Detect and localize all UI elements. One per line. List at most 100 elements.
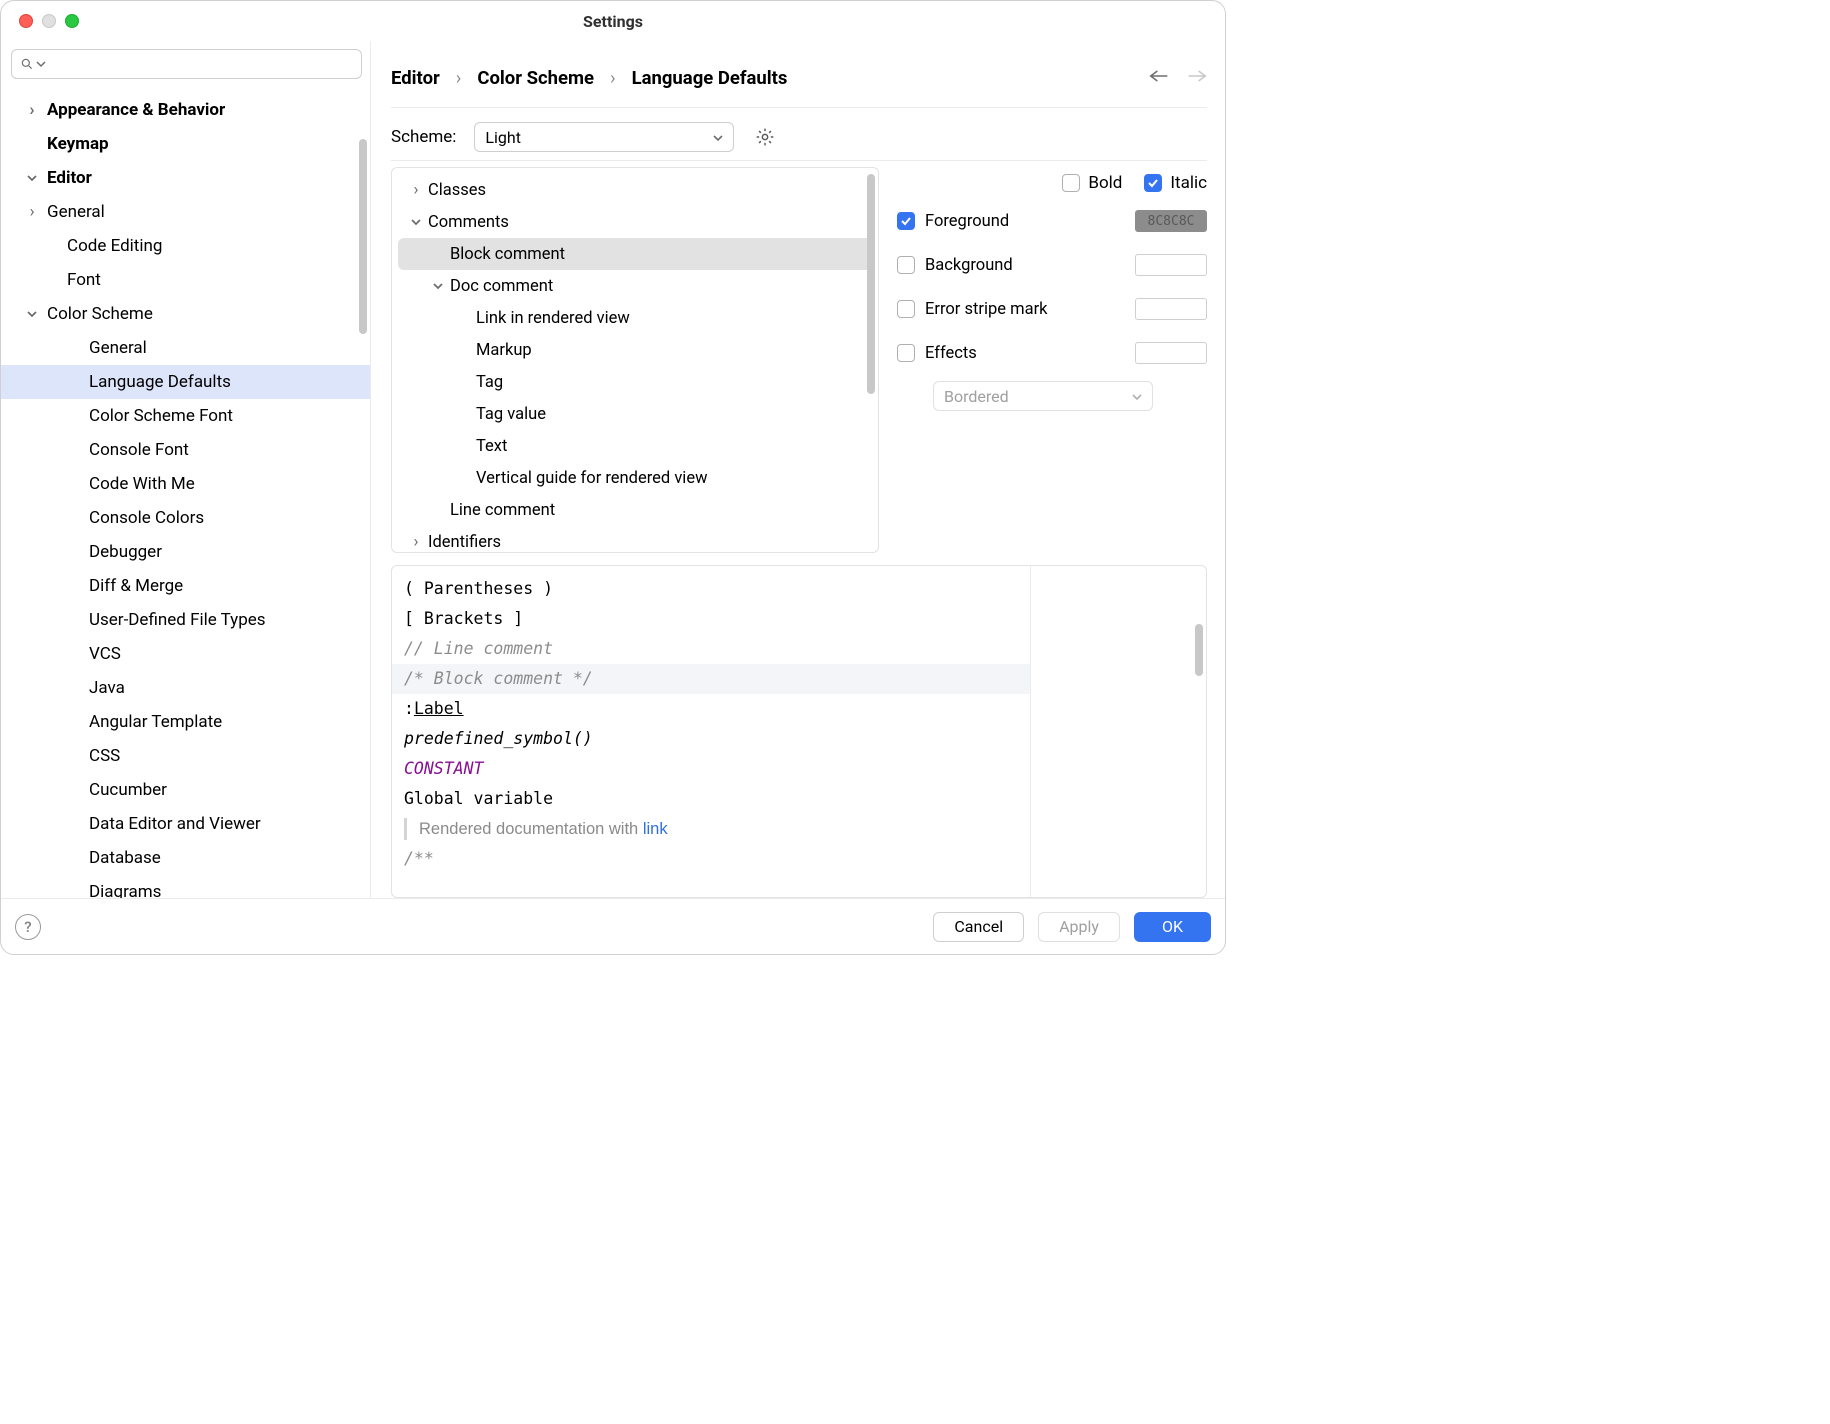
error-stripe-color-swatch[interactable] [1135,298,1207,320]
chevron-down-icon [23,309,41,319]
settings-search-input[interactable] [11,49,362,79]
scheme-actions-gear-button[interactable] [752,124,778,150]
window-traffic-lights [19,14,79,28]
sidebar-item-diff-merge[interactable]: Diff & Merge [1,569,370,603]
sidebar-item-data-editor-and-viewer[interactable]: Data Editor and Viewer [1,807,370,841]
tree-item-tag-value[interactable]: Tag value [392,398,878,430]
scheme-label: Scheme: [391,127,456,147]
breadcrumb-language-defaults: Language Defaults [632,67,788,89]
tree-item-vertical-guide[interactable]: Vertical guide for rendered view [392,462,878,494]
sidebar-item-general[interactable]: ›General [1,195,370,229]
chevron-down-icon [713,128,723,147]
tree-scrollbar-thumb[interactable] [867,174,875,394]
cancel-button[interactable]: Cancel [933,912,1024,942]
sidebar-item-language-defaults[interactable]: Language Defaults [1,365,370,399]
window-title: Settings [583,12,643,31]
sidebar-item-color-scheme[interactable]: Color Scheme [1,297,370,331]
preview-line-brackets: [ Brackets ] [404,604,1018,634]
breadcrumb-editor[interactable]: Editor [391,67,440,89]
close-window-button[interactable] [19,14,33,28]
search-icon [20,57,34,71]
sidebar-item-diagrams[interactable]: Diagrams [1,875,370,898]
minimize-window-button[interactable] [42,14,56,28]
background-color-swatch[interactable] [1135,254,1207,276]
error-stripe-checkbox[interactable]: Error stripe mark [897,300,1048,319]
tree-item-block-comment[interactable]: Block comment [398,238,872,270]
history-back-button[interactable] [1149,68,1169,88]
preview-line-rendered-doc: Rendered documentation with link [404,814,1018,844]
italic-checkbox[interactable]: Italic [1144,173,1207,193]
sidebar-item-console-colors[interactable]: Console Colors [1,501,370,535]
sidebar-item-css[interactable]: CSS [1,739,370,773]
foreground-checkbox[interactable]: Foreground [897,212,1009,231]
chevron-right-icon: › [406,533,426,552]
effects-type-dropdown[interactable]: Bordered [933,381,1153,411]
settings-window: Settings ›Appearance & Behavior Keymap E… [0,0,1226,955]
foreground-color-swatch[interactable]: 8C8C8C [1135,210,1207,232]
tree-item-identifiers[interactable]: ›Identifiers [392,526,878,553]
breadcrumb-sep: › [610,67,616,89]
preview-line-doc-open: /** [404,844,1018,874]
sidebar-item-appearance-and-behavior[interactable]: ›Appearance & Behavior [1,93,370,127]
checkbox-icon [897,256,915,274]
history-forward-button[interactable] [1187,68,1207,88]
checkbox-checked-icon [897,212,915,230]
breadcrumb-color-scheme[interactable]: Color Scheme [477,67,594,89]
checkbox-checked-icon [1144,174,1162,192]
sidebar-item-angular-template[interactable]: Angular Template [1,705,370,739]
attribute-editor: Bold Italic Foreground [897,167,1207,553]
sidebar-item-general-cs[interactable]: General [1,331,370,365]
settings-tree[interactable]: ›Appearance & Behavior Keymap Editor ›Ge… [1,87,370,898]
sidebar-item-font[interactable]: Font [1,263,370,297]
sidebar-item-keymap[interactable]: Keymap [1,127,370,161]
chevron-down-icon [23,173,41,183]
help-button[interactable]: ? [15,914,41,940]
sidebar-item-debugger[interactable]: Debugger [1,535,370,569]
scheme-dropdown[interactable]: Light [474,122,734,152]
chevron-down-icon [406,217,426,227]
tree-item-text[interactable]: Text [392,430,878,462]
sidebar-item-vcs[interactable]: VCS [1,637,370,671]
chevron-down-icon [428,281,448,291]
tree-item-line-comment[interactable]: Line comment [392,494,878,526]
sidebar-item-editor[interactable]: Editor [1,161,370,195]
sidebar: ›Appearance & Behavior Keymap Editor ›Ge… [1,41,371,898]
sidebar-item-java[interactable]: Java [1,671,370,705]
sidebar-item-console-font[interactable]: Console Font [1,433,370,467]
checkbox-icon [897,300,915,318]
sidebar-scrollbar-thumb[interactable] [359,139,367,334]
tree-item-link-in-rendered-view[interactable]: Link in rendered view [392,302,878,334]
sidebar-item-user-defined-file-types[interactable]: User-Defined File Types [1,603,370,637]
apply-button[interactable]: Apply [1038,912,1120,942]
preview-gutter [1030,566,1206,897]
checkbox-icon [897,344,915,362]
preview-line-global-variable: Global variable [404,784,1018,814]
attributes-tree[interactable]: ›Classes Comments Block comment Doc comm… [391,167,879,553]
effects-color-swatch[interactable] [1135,342,1207,364]
chevron-right-icon: › [23,202,41,222]
sidebar-item-code-with-me[interactable]: Code With Me [1,467,370,501]
chevron-right-icon: › [406,181,426,200]
sidebar-item-database[interactable]: Database [1,841,370,875]
maximize-window-button[interactable] [65,14,79,28]
chevron-down-icon [1132,387,1142,406]
ok-button[interactable]: OK [1134,912,1211,942]
tree-item-doc-comment[interactable]: Doc comment [392,270,878,302]
bold-checkbox[interactable]: Bold [1062,173,1122,193]
titlebar: Settings [1,1,1225,41]
vertical-guide-icon [404,818,407,840]
content-pane: Editor › Color Scheme › Language Default… [371,41,1225,898]
background-checkbox[interactable]: Background [897,256,1013,275]
tree-item-tag[interactable]: Tag [392,366,878,398]
tree-item-markup[interactable]: Markup [392,334,878,366]
preview-line-constant: CONSTANT [404,754,1018,784]
sidebar-item-color-scheme-font[interactable]: Color Scheme Font [1,399,370,433]
preview-scrollbar-thumb[interactable] [1195,624,1203,676]
sidebar-item-cucumber[interactable]: Cucumber [1,773,370,807]
color-scheme-preview[interactable]: ( Parentheses ) [ Brackets ] // Line com… [391,565,1207,898]
sidebar-item-code-editing[interactable]: Code Editing [1,229,370,263]
tree-item-classes[interactable]: ›Classes [392,174,878,206]
tree-item-comments[interactable]: Comments [392,206,878,238]
chevron-right-icon: › [23,100,41,120]
effects-checkbox[interactable]: Effects [897,344,977,363]
